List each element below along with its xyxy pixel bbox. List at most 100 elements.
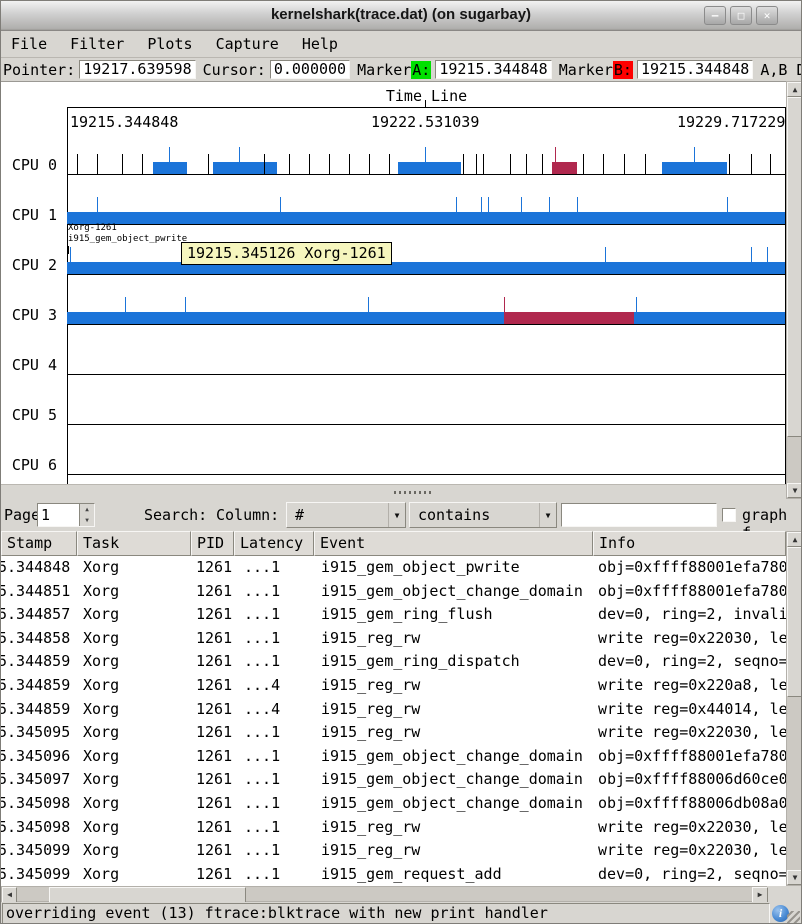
hscrollbar-thumb[interactable] [49,887,246,903]
page-spin-buttons[interactable]: ▲ ▼ [79,504,94,526]
match-select[interactable]: contains ▼ [409,502,557,528]
search-input[interactable] [561,503,717,527]
scroll-up-icon[interactable]: ▲ [787,82,802,97]
event-tick [122,154,123,174]
page-spinner[interactable]: 1 ▲ ▼ [37,503,95,527]
table-cell: i915_reg_rw [314,674,593,698]
cpu-track-1[interactable] [67,184,785,225]
table-row[interactable]: 5.345098Xorg1261...1i915_reg_rwwrite reg… [1,816,786,840]
event-tick [369,154,370,174]
table-row[interactable]: 5.344859Xorg1261...1i915_gem_ring_dispat… [1,650,786,674]
pane-splitter[interactable] [1,484,786,499]
table-cell: obj=0xffff88006db08a0 [593,792,786,816]
cpu-label: CPU 6 [1,456,57,474]
table-row[interactable]: 5.344858Xorg1261...1i915_reg_rwwrite reg… [1,627,786,651]
cpu-label: CPU 2 [1,256,57,274]
event-tick [289,154,290,174]
table-row[interactable]: 5.345096Xorg1261...1i915_gem_object_chan… [1,745,786,769]
window-resize-grip[interactable] [787,911,800,924]
pointer-value: 19217.639598 [79,60,195,79]
table-row[interactable]: 5.344857Xorg1261...1i915_gem_ring_flushd… [1,603,786,627]
scroll-up-icon[interactable]: ▲ [787,532,802,547]
header-latency[interactable]: Latency [234,531,314,556]
graph-follows-checkbox[interactable] [722,508,736,522]
menu-filter[interactable]: Filter [63,31,131,57]
scroll-down-icon[interactable]: ▼ [787,483,802,498]
table-cell: ...1 [234,650,314,674]
table-cell: Xorg [77,816,191,840]
table-cell: 1261 [191,674,234,698]
event-tick [526,154,527,174]
table-cell: 1261 [191,650,234,674]
cpu-track-3[interactable] [67,284,785,325]
table-row[interactable]: 5.345099Xorg1261...1i915_gem_request_add… [1,863,786,886]
table-row[interactable]: 5.344848Xorg1261...1i915_gem_object_pwri… [1,556,786,580]
table-cell: ...1 [234,603,314,627]
graph-vertical-scrollbar[interactable]: ▲ ▼ [786,81,802,499]
event-tick [97,197,98,212]
event-tick [727,197,728,212]
menu-help[interactable]: Help [295,31,345,57]
menu-capture[interactable]: Capture [209,31,286,57]
table-cell: Xorg [77,674,191,698]
table-cell: 5.345099 [1,839,77,863]
table-row[interactable]: 5.344859Xorg1261...4i915_reg_rwwrite reg… [1,674,786,698]
spin-up-icon[interactable]: ▲ [80,504,94,515]
cpu-label: CPU 0 [1,156,57,174]
maximize-button[interactable]: □ [730,6,752,25]
cpu-bar-segment [67,212,785,224]
close-button[interactable]: ✕ [756,6,778,25]
header-info[interactable]: Info [593,531,786,556]
graph-scrollbar-thumb[interactable] [787,97,802,437]
scroll-right-icon[interactable]: ▶ [752,887,768,903]
delta-label: A,B Delta [760,61,801,79]
table-row[interactable]: 5.345099Xorg1261...1i915_reg_rwwrite reg… [1,839,786,863]
cpu-track-5[interactable] [67,384,785,425]
chevron-down-icon[interactable]: ▼ [388,503,405,527]
event-tick [481,197,482,212]
header-pid[interactable]: PID [191,531,234,556]
cpu-track-4[interactable] [67,334,785,375]
event-tick [605,247,606,262]
axis-label-end: 19229.717229 [677,113,785,131]
event-tick [770,154,771,174]
hover-event-label: i915_gem_object_pwrite [68,234,187,245]
minimize-button[interactable]: – [704,6,726,25]
table-row[interactable]: 5.345097Xorg1261...1i915_gem_object_chan… [1,768,786,792]
column-select[interactable]: # ▼ [286,502,406,528]
timeline-graph[interactable]: Time Line 19215.344848 19222.531039 1922… [1,81,786,484]
event-tick [636,297,637,312]
header-stamp[interactable]: Stamp [1,531,77,556]
spin-down-icon[interactable]: ▼ [80,515,94,526]
header-task[interactable]: Task [77,531,191,556]
table-row[interactable]: 5.345095Xorg1261...1i915_reg_rwwrite reg… [1,721,786,745]
table-cell: 1261 [191,863,234,886]
app-window: kernelshark(trace.dat) (on sugarbay) – □… [0,0,802,924]
table-row[interactable]: 5.344851Xorg1261...1i915_gem_object_chan… [1,580,786,604]
chevron-down-icon[interactable]: ▼ [539,503,556,527]
menu-plots[interactable]: Plots [140,31,199,57]
table-vertical-scrollbar[interactable]: ▲ ▼ [786,531,802,886]
table-cell: 5.345098 [1,792,77,816]
table-cell: 5.344859 [1,674,77,698]
table-row[interactable]: 5.345098Xorg1261...1i915_gem_object_chan… [1,792,786,816]
cpu-track-0[interactable] [67,134,785,175]
table-scrollbar-thumb[interactable] [787,547,802,697]
scroll-left-icon[interactable]: ◀ [2,887,17,903]
table-horizontal-scrollbar[interactable]: ◀ ▶ [1,886,767,902]
header-event[interactable]: Event [314,531,593,556]
titlebar[interactable]: kernelshark(trace.dat) (on sugarbay) – □… [1,1,801,31]
table-cell: i915_gem_ring_dispatch [314,650,593,674]
event-tick [368,297,369,312]
table-row[interactable]: 5.344859Xorg1261...4i915_reg_rwwrite reg… [1,698,786,722]
table-cell: ...1 [234,792,314,816]
cpu-bar-segment [552,162,576,174]
event-tick [309,154,310,174]
scroll-down-icon[interactable]: ▼ [787,870,802,885]
pane-resize-handle[interactable] [394,491,432,494]
menu-file[interactable]: File [4,31,54,57]
table-cell: ...4 [234,674,314,698]
cpu-track-6[interactable] [67,434,785,475]
time-axis [67,107,786,108]
table-cell: i915_reg_rw [314,816,593,840]
